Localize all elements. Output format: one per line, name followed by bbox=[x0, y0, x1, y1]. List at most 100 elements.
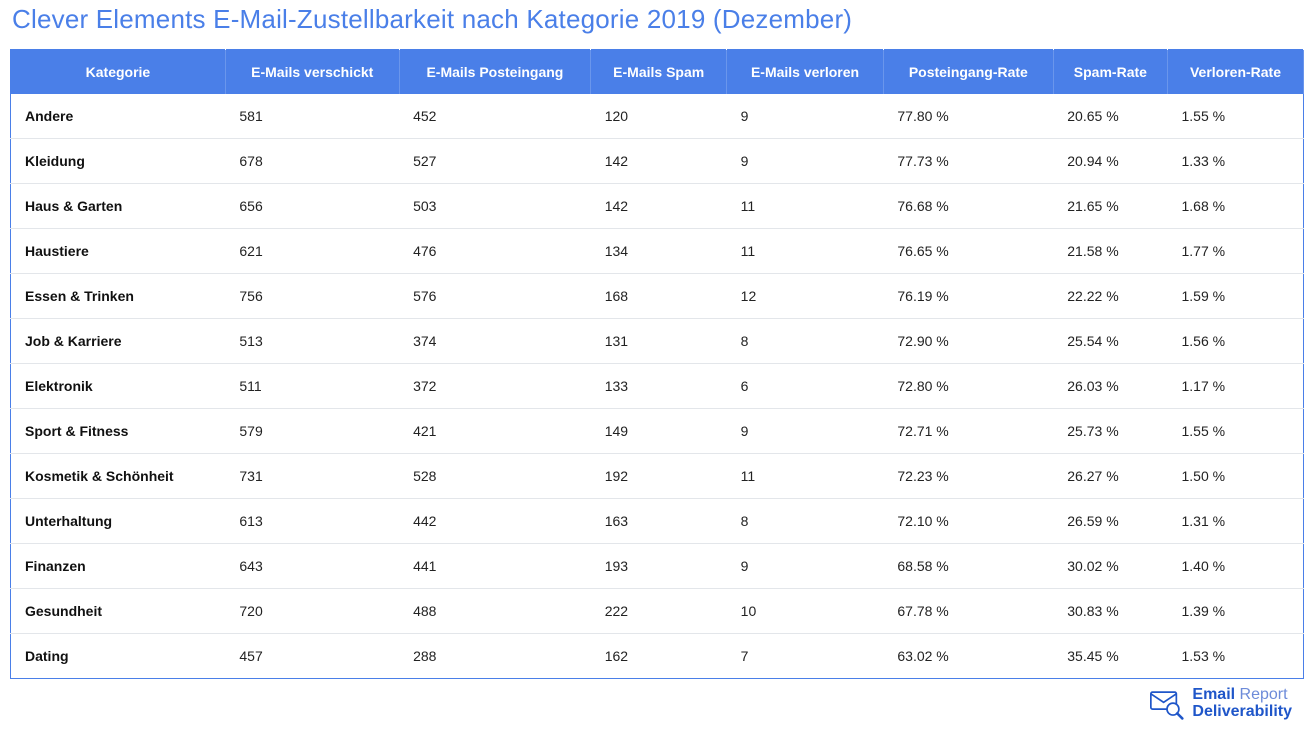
cell-kategorie: Unterhaltung bbox=[11, 499, 226, 544]
cell-value: 1.17 % bbox=[1167, 364, 1303, 409]
cell-value: 8 bbox=[727, 499, 884, 544]
cell-value: 26.59 % bbox=[1053, 499, 1167, 544]
cell-kategorie: Kleidung bbox=[11, 139, 226, 184]
cell-value: 6 bbox=[727, 364, 884, 409]
col-emails-posteingang: E-Mails Posteingang bbox=[399, 50, 591, 95]
cell-value: 1.59 % bbox=[1167, 274, 1303, 319]
cell-value: 1.55 % bbox=[1167, 409, 1303, 454]
cell-value: 442 bbox=[399, 499, 591, 544]
cell-kategorie: Kosmetik & Schönheit bbox=[11, 454, 226, 499]
cell-value: 10 bbox=[727, 589, 884, 634]
cell-value: 25.54 % bbox=[1053, 319, 1167, 364]
cell-value: 613 bbox=[225, 499, 399, 544]
table-row: Essen & Trinken7565761681276.19 %22.22 %… bbox=[11, 274, 1304, 319]
cell-value: 134 bbox=[591, 229, 727, 274]
cell-value: 1.53 % bbox=[1167, 634, 1303, 679]
cell-value: 9 bbox=[727, 139, 884, 184]
cell-value: 77.80 % bbox=[883, 94, 1053, 139]
cell-value: 621 bbox=[225, 229, 399, 274]
cell-value: 12 bbox=[727, 274, 884, 319]
cell-value: 149 bbox=[591, 409, 727, 454]
cell-value: 756 bbox=[225, 274, 399, 319]
col-posteingang-rate: Posteingang-Rate bbox=[883, 50, 1053, 95]
brand-logo: Email Report Deliverability bbox=[1150, 687, 1292, 721]
cell-value: 22.22 % bbox=[1053, 274, 1167, 319]
cell-value: 76.65 % bbox=[883, 229, 1053, 274]
cell-value: 731 bbox=[225, 454, 399, 499]
cell-value: 222 bbox=[591, 589, 727, 634]
cell-value: 1.68 % bbox=[1167, 184, 1303, 229]
cell-value: 421 bbox=[399, 409, 591, 454]
cell-value: 488 bbox=[399, 589, 591, 634]
cell-value: 1.56 % bbox=[1167, 319, 1303, 364]
cell-value: 20.65 % bbox=[1053, 94, 1167, 139]
cell-value: 72.71 % bbox=[883, 409, 1053, 454]
table-header-row: Kategorie E-Mails verschickt E-Mails Pos… bbox=[11, 50, 1304, 95]
cell-kategorie: Haustiere bbox=[11, 229, 226, 274]
cell-value: 163 bbox=[591, 499, 727, 544]
cell-kategorie: Finanzen bbox=[11, 544, 226, 589]
cell-value: 528 bbox=[399, 454, 591, 499]
cell-kategorie: Andere bbox=[11, 94, 226, 139]
cell-value: 1.31 % bbox=[1167, 499, 1303, 544]
cell-value: 9 bbox=[727, 544, 884, 589]
col-emails-spam: E-Mails Spam bbox=[591, 50, 727, 95]
cell-value: 131 bbox=[591, 319, 727, 364]
cell-value: 72.10 % bbox=[883, 499, 1053, 544]
table-row: Dating457288162763.02 %35.45 %1.53 % bbox=[11, 634, 1304, 679]
cell-value: 678 bbox=[225, 139, 399, 184]
cell-value: 168 bbox=[591, 274, 727, 319]
cell-value: 643 bbox=[225, 544, 399, 589]
cell-value: 452 bbox=[399, 94, 591, 139]
cell-kategorie: Essen & Trinken bbox=[11, 274, 226, 319]
table-row: Job & Karriere513374131872.90 %25.54 %1.… bbox=[11, 319, 1304, 364]
brand-text: Email Report Deliverability bbox=[1192, 687, 1292, 721]
cell-value: 1.50 % bbox=[1167, 454, 1303, 499]
cell-value: 120 bbox=[591, 94, 727, 139]
cell-value: 576 bbox=[399, 274, 591, 319]
cell-value: 192 bbox=[591, 454, 727, 499]
cell-value: 1.33 % bbox=[1167, 139, 1303, 184]
col-emails-verloren: E-Mails verloren bbox=[727, 50, 884, 95]
cell-kategorie: Sport & Fitness bbox=[11, 409, 226, 454]
cell-value: 11 bbox=[727, 184, 884, 229]
deliverability-table: Kategorie E-Mails verschickt E-Mails Pos… bbox=[10, 49, 1304, 679]
cell-value: 372 bbox=[399, 364, 591, 409]
cell-value: 72.23 % bbox=[883, 454, 1053, 499]
table-row: Finanzen643441193968.58 %30.02 %1.40 % bbox=[11, 544, 1304, 589]
cell-value: 30.02 % bbox=[1053, 544, 1167, 589]
table-row: Unterhaltung613442163872.10 %26.59 %1.31… bbox=[11, 499, 1304, 544]
brand-line2: Deliverability bbox=[1192, 704, 1292, 721]
cell-value: 476 bbox=[399, 229, 591, 274]
cell-value: 11 bbox=[727, 454, 884, 499]
brand-line1-light: Report bbox=[1240, 686, 1288, 703]
col-verloren-rate: Verloren-Rate bbox=[1167, 50, 1303, 95]
table-row: Haus & Garten6565031421176.68 %21.65 %1.… bbox=[11, 184, 1304, 229]
page-title: Clever Elements E-Mail-Zustellbarkeit na… bbox=[12, 4, 1304, 35]
cell-value: 142 bbox=[591, 184, 727, 229]
cell-value: 76.68 % bbox=[883, 184, 1053, 229]
cell-value: 374 bbox=[399, 319, 591, 364]
cell-value: 63.02 % bbox=[883, 634, 1053, 679]
col-emails-verschickt: E-Mails verschickt bbox=[225, 50, 399, 95]
cell-value: 193 bbox=[591, 544, 727, 589]
cell-value: 1.39 % bbox=[1167, 589, 1303, 634]
table-row: Gesundheit7204882221067.78 %30.83 %1.39 … bbox=[11, 589, 1304, 634]
cell-value: 68.58 % bbox=[883, 544, 1053, 589]
cell-value: 11 bbox=[727, 229, 884, 274]
cell-value: 7 bbox=[727, 634, 884, 679]
cell-value: 8 bbox=[727, 319, 884, 364]
cell-value: 457 bbox=[225, 634, 399, 679]
table-row: Sport & Fitness579421149972.71 %25.73 %1… bbox=[11, 409, 1304, 454]
cell-value: 21.58 % bbox=[1053, 229, 1167, 274]
cell-value: 67.78 % bbox=[883, 589, 1053, 634]
cell-value: 76.19 % bbox=[883, 274, 1053, 319]
cell-value: 1.40 % bbox=[1167, 544, 1303, 589]
cell-value: 513 bbox=[225, 319, 399, 364]
cell-value: 72.80 % bbox=[883, 364, 1053, 409]
cell-value: 9 bbox=[727, 409, 884, 454]
cell-value: 1.55 % bbox=[1167, 94, 1303, 139]
cell-kategorie: Dating bbox=[11, 634, 226, 679]
col-kategorie: Kategorie bbox=[11, 50, 226, 95]
cell-kategorie: Job & Karriere bbox=[11, 319, 226, 364]
